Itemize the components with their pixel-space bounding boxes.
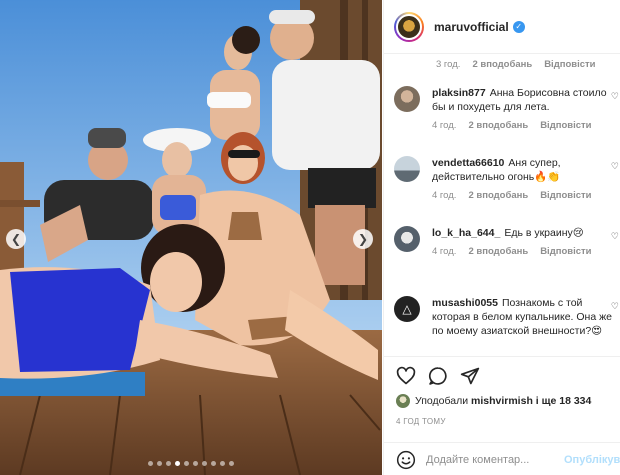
comment-meta: 4 год. 2 вподобань Відповісти bbox=[432, 190, 617, 201]
carousel-next-button[interactable]: ❯ bbox=[353, 229, 373, 249]
comment-item: vendetta66610 Аня супер, действительно ог… bbox=[394, 156, 620, 201]
carousel-dot bbox=[148, 461, 153, 466]
carousel-dot-active bbox=[175, 461, 180, 466]
carousel-dot bbox=[184, 461, 189, 466]
comment-likes[interactable]: 2 вподобань bbox=[468, 190, 528, 201]
comment-item: plaksin877 Анна Борисовна стоило бы и пох… bbox=[394, 86, 620, 131]
comment-text-block: lo_k_ha_644_ Едь в украину😢 bbox=[432, 226, 617, 240]
comments-list[interactable]: 3 год. 2 вподобань Відповісти plaksin877… bbox=[384, 54, 620, 356]
avatar[interactable] bbox=[394, 11, 424, 42]
post-header: maruvofficial ✓ bbox=[384, 0, 620, 54]
comment-bubble-icon[interactable] bbox=[428, 366, 448, 386]
comment-reply-button[interactable]: Відповісти bbox=[540, 190, 591, 201]
liker-avatar[interactable] bbox=[396, 394, 410, 408]
heart-outline-icon[interactable] bbox=[396, 366, 416, 386]
comment-like-heart-icon[interactable]: ♡ bbox=[611, 92, 619, 102]
carousel-dot bbox=[211, 461, 216, 466]
carousel-prev-button[interactable]: ❮ bbox=[6, 229, 26, 249]
caption-time: 3 год. bbox=[436, 59, 461, 70]
carousel-dot bbox=[166, 461, 171, 466]
liker-username[interactable]: mishvirmish bbox=[471, 395, 533, 407]
comment-likes[interactable]: 2 вподобань bbox=[468, 246, 528, 257]
action-icons bbox=[396, 366, 480, 386]
carousel-dot bbox=[202, 461, 207, 466]
carousel-dot bbox=[193, 461, 198, 466]
group-photo bbox=[0, 0, 382, 475]
carousel-dot bbox=[220, 461, 225, 466]
comment-time: 4 год. bbox=[432, 120, 457, 131]
comment-text-block: plaksin877 Анна Борисовна стоило бы и пох… bbox=[432, 86, 617, 114]
comment-like-heart-icon[interactable]: ♡ bbox=[611, 232, 619, 242]
post-actions: Уподобали mishvirmish і ще 18 334 4 ГОД … bbox=[384, 356, 620, 475]
avatar-image bbox=[396, 13, 422, 40]
comment-username[interactable]: lo_k_ha_644_ bbox=[432, 227, 500, 239]
comment-reply-button[interactable]: Відповісти bbox=[540, 246, 591, 257]
comment-likes[interactable]: 2 вподобань bbox=[468, 120, 528, 131]
caption-likes[interactable]: 2 вподобань bbox=[472, 59, 532, 70]
comment-avatar[interactable] bbox=[394, 156, 420, 182]
comment-username[interactable]: vendetta66610 bbox=[432, 157, 504, 169]
comment-username[interactable]: plaksin877 bbox=[432, 87, 486, 99]
comment-avatar[interactable] bbox=[394, 226, 420, 252]
carousel-dot bbox=[157, 461, 162, 466]
comment-meta: 4 год. 2 вподобань Відповісти bbox=[432, 120, 617, 131]
comment-item: △ musashi0055 Познакомь с той которая в б… bbox=[394, 296, 620, 338]
post-timestamp[interactable]: 4 ГОД ТОМУ bbox=[396, 417, 446, 426]
likes-count[interactable]: і ще 18 334 bbox=[536, 395, 592, 407]
caption-reply-button[interactable]: Відповісти bbox=[544, 59, 595, 70]
comment-like-heart-icon[interactable]: ♡ bbox=[611, 162, 619, 172]
likes-prefix: Уподобали bbox=[415, 395, 469, 407]
verified-badge-icon: ✓ bbox=[512, 20, 525, 33]
comment-input[interactable] bbox=[426, 453, 556, 466]
carousel-dots bbox=[0, 461, 382, 466]
paper-plane-icon[interactable] bbox=[460, 366, 480, 386]
smiley-icon[interactable] bbox=[396, 450, 416, 470]
comment-reply-button[interactable]: Відповісти bbox=[540, 120, 591, 131]
comment-time: 4 год. bbox=[432, 190, 457, 201]
comment-text-block: vendetta66610 Аня супер, действительно ог… bbox=[432, 156, 617, 184]
comment-time: 4 год. bbox=[432, 246, 457, 257]
comment-item: lo_k_ha_644_ Едь в украину😢 4 год. 2 впод… bbox=[394, 226, 620, 257]
publish-button[interactable]: Опублікув bbox=[564, 454, 620, 466]
comment-avatar[interactable]: △ bbox=[394, 296, 420, 322]
comment-text: Едь в украину😢 bbox=[504, 227, 584, 239]
comment-text-block: musashi0055 Познакомь с той которая в бел… bbox=[432, 296, 617, 338]
comment-composer: Опублікув bbox=[384, 442, 620, 475]
caption-meta: 3 год. 2 вподобань Відповісти bbox=[436, 59, 596, 70]
post-sidebar: maruvofficial ✓ 3 год. 2 вподобань Відпо… bbox=[383, 0, 620, 475]
post-username[interactable]: maruvofficial bbox=[434, 20, 509, 34]
comment-meta: 4 год. 2 вподобань Відповісти bbox=[432, 246, 617, 257]
comment-like-heart-icon[interactable]: ♡ bbox=[611, 302, 619, 312]
comment-avatar[interactable] bbox=[394, 86, 420, 112]
post-photo[interactable]: ❮ ❯ bbox=[0, 0, 382, 475]
comment-username[interactable]: musashi0055 bbox=[432, 297, 498, 309]
carousel-dot bbox=[229, 461, 234, 466]
likes-summary: Уподобали mishvirmish і ще 18 334 bbox=[396, 394, 591, 408]
